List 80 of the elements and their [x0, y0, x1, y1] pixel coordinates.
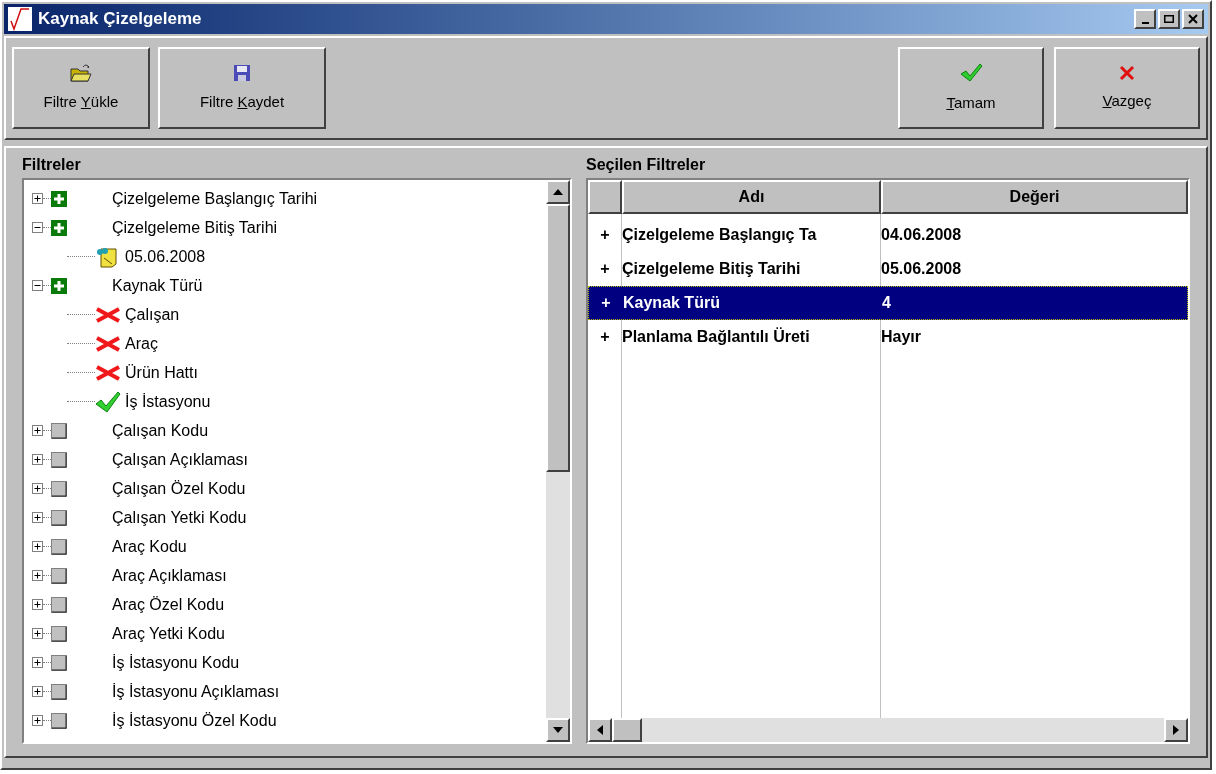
close-button[interactable] — [1182, 9, 1204, 29]
expand-icon[interactable] — [32, 193, 43, 204]
tree-item[interactable]: Çalışan Özel Kodu — [112, 476, 246, 501]
cross-icon — [95, 334, 121, 353]
table-cell-text: Planlama Bağlantılı Üreti — [622, 326, 811, 347]
expand-icon[interactable] — [32, 599, 43, 610]
maximize-icon — [1164, 15, 1174, 23]
expand-icon[interactable] — [32, 715, 43, 726]
collapse-icon[interactable] — [32, 280, 43, 291]
horizontal-scrollbar[interactable] — [588, 718, 1188, 742]
expand-icon[interactable] — [32, 512, 43, 523]
tree-item[interactable]: İş İstasyonu — [125, 389, 211, 414]
tree-item[interactable]: Ürün Hattı — [125, 360, 198, 385]
folder-icon — [70, 62, 92, 83]
toolbar-button[interactable]: Vazgeç — [1054, 47, 1200, 129]
tree-item[interactable]: İş İstasyonu Açıklaması — [112, 679, 280, 704]
expander[interactable]: + — [588, 325, 622, 349]
tree-item[interactable]: Araç Özel Kodu — [112, 592, 225, 617]
table-cell-text: Çizelgeleme Başlangıç Ta — [622, 225, 818, 245]
table-row[interactable]: + Planlama Bağlantılı Üreti Hayır — [588, 320, 1188, 354]
expander[interactable]: + — [589, 291, 623, 315]
right-arrow-icon — [1173, 725, 1179, 735]
checkmark-icon — [959, 61, 983, 84]
table-cell-text: Hayır — [881, 327, 923, 347]
tree-item[interactable]: Çizelgeleme Başlangıç Tarihi — [112, 186, 318, 211]
left-arrow-icon — [597, 725, 603, 735]
expand-icon[interactable] — [32, 483, 43, 494]
tree-item[interactable]: Araç Kodu — [112, 534, 187, 559]
table-cell-text: 4 — [882, 293, 892, 313]
table-row[interactable]: + Çizelgeleme Bitiş Tarihi 05.06.2008 — [588, 252, 1188, 286]
section-title: Seçilen Filtreler — [586, 155, 707, 175]
expand-icon[interactable] — [32, 686, 43, 697]
close-icon — [1188, 14, 1198, 24]
up-arrow-icon — [553, 189, 563, 195]
collapse-icon[interactable] — [32, 222, 43, 233]
app-logo-icon — [8, 7, 32, 31]
column-header[interactable]: Adı — [622, 180, 881, 214]
maximize-button[interactable] — [1158, 9, 1180, 29]
table-row[interactable]: + Çizelgeleme Başlangıç Ta 04.06.2008 — [588, 218, 1188, 252]
expander[interactable]: + — [588, 223, 622, 247]
cross-icon — [95, 305, 121, 324]
scroll-thumb[interactable] — [546, 204, 570, 472]
scroll-thumb[interactable] — [612, 718, 642, 742]
expander[interactable]: + — [588, 257, 622, 281]
tree-item[interactable]: İş İstasyonu Kodu — [112, 650, 240, 675]
expand-icon[interactable] — [32, 541, 43, 552]
expand-icon[interactable] — [32, 570, 43, 581]
minimize-button[interactable] — [1134, 9, 1156, 29]
expand-icon[interactable] — [32, 628, 43, 639]
tree-item[interactable]: Çalışan Kodu — [112, 418, 209, 443]
tree-item[interactable]: Araç Yetki Kodu — [112, 621, 225, 646]
expand-icon[interactable] — [32, 454, 43, 465]
vertical-scrollbar[interactable] — [546, 180, 570, 742]
tree-item[interactable]: İş İstasyonu Özel Kodu — [112, 708, 277, 733]
cross-icon — [95, 363, 121, 382]
table-row[interactable]: + Kaynak Türü 4 — [588, 286, 1188, 320]
table-cell-text: 05.06.2008 — [881, 259, 963, 279]
checkmark-icon — [95, 390, 121, 413]
tree-item[interactable]: 05.06.2008 — [125, 244, 206, 269]
close-icon — [1118, 63, 1136, 82]
tree-item[interactable]: Araç — [125, 331, 158, 356]
tree-item[interactable]: Araç Açıklaması — [112, 563, 227, 588]
tree-item[interactable]: Çizelgeleme Bitiş Tarihi — [112, 215, 278, 240]
tree-item[interactable]: Çalışan Açıklaması — [112, 447, 249, 472]
expand-icon[interactable] — [32, 657, 43, 668]
tree-item[interactable]: Çalışan Yetki Kodu — [112, 505, 247, 530]
tree-item[interactable]: Kaynak Türü — [112, 273, 203, 298]
expand-icon[interactable] — [32, 425, 43, 436]
toolbar-button[interactable]: Filtre Kaydet — [158, 47, 326, 129]
down-arrow-icon — [553, 727, 563, 733]
column-header[interactable]: Değeri — [881, 180, 1188, 214]
window-title: Kaynak Çizelgeleme — [38, 8, 202, 31]
section-title: Filtreler — [21, 155, 82, 175]
toolbar-button[interactable]: Tamam — [898, 47, 1044, 129]
table-cell-text: Kaynak Türü — [623, 293, 721, 313]
tree-item[interactable]: Çalışan — [125, 302, 180, 327]
table-cell-text: 04.06.2008 — [881, 225, 963, 245]
table-cell-text: Çizelgeleme Bitiş Tarihi — [622, 259, 802, 279]
minimize-icon — [1141, 21, 1149, 24]
toolbar-button[interactable]: Filtre Yükle — [12, 47, 150, 129]
